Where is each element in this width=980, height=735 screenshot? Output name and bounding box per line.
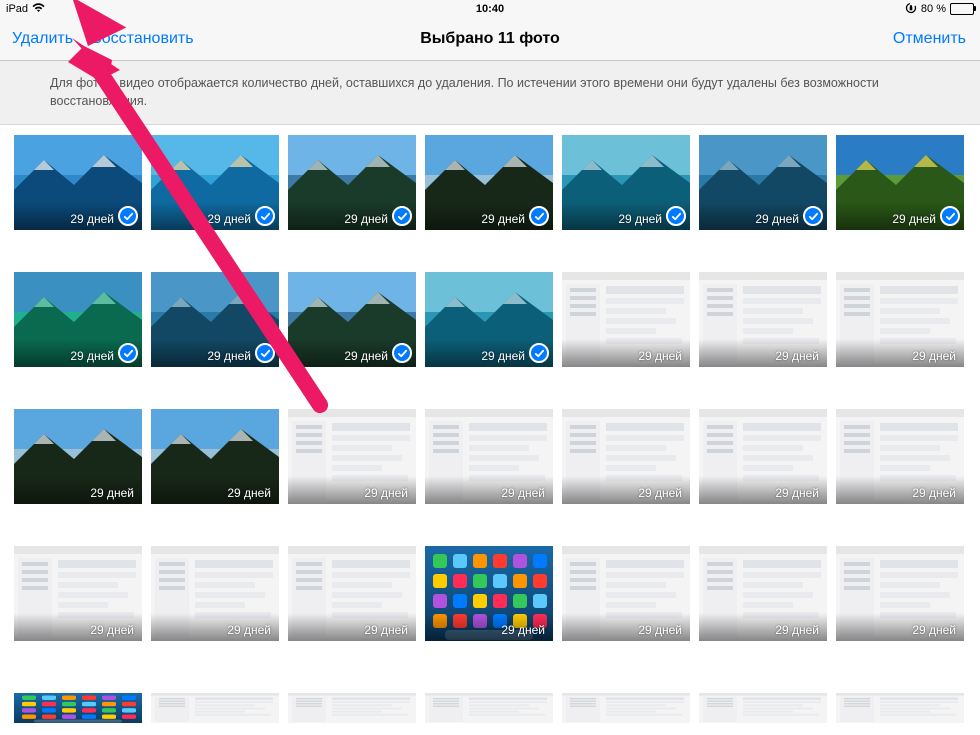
- days-remaining-label: 29 дней: [14, 212, 114, 226]
- photo-thumbnail[interactable]: 29 дней: [151, 272, 279, 367]
- restore-button[interactable]: Восстановить: [91, 30, 193, 48]
- photo-thumbnail[interactable]: 29 дней: [836, 546, 964, 641]
- wifi-icon: [32, 3, 45, 16]
- days-remaining-label: 29 дней: [562, 212, 662, 226]
- days-remaining-label: 29 дней: [562, 623, 682, 637]
- photo-thumbnail[interactable]: 29 дней: [425, 272, 553, 367]
- days-remaining-label: 29 дней: [836, 212, 936, 226]
- photo-thumbnail[interactable]: 29 дней: [14, 135, 142, 230]
- photo-thumbnail[interactable]: 29 дней: [562, 272, 690, 367]
- content-area: Для фото и видео отображается количество…: [0, 61, 980, 735]
- selected-check-icon: [392, 343, 412, 363]
- photo-thumbnail[interactable]: [14, 693, 142, 723]
- photo-thumbnail[interactable]: [699, 693, 827, 723]
- nav-bar: Удалить Восстановить Выбрано 11 фото Отм…: [0, 18, 980, 61]
- days-remaining-label: 29 дней: [699, 212, 799, 226]
- days-remaining-label: 29 дней: [151, 623, 271, 637]
- days-remaining-label: 29 дней: [425, 623, 545, 637]
- photo-thumbnail[interactable]: 29 дней: [151, 135, 279, 230]
- photo-thumbnail[interactable]: 29 дней: [151, 546, 279, 641]
- photo-thumbnail[interactable]: [288, 693, 416, 723]
- photo-thumbnail[interactable]: 29 дней: [288, 272, 416, 367]
- photo-grid-partial-row: [0, 693, 980, 723]
- days-remaining-label: 29 дней: [699, 349, 819, 363]
- days-remaining-label: 29 дней: [288, 486, 408, 500]
- days-remaining-label: 29 дней: [288, 349, 388, 363]
- selected-check-icon: [803, 206, 823, 226]
- photo-grid: 29 дней 29 дней 29 дней: [0, 125, 980, 651]
- days-remaining-label: 29 дней: [562, 486, 682, 500]
- days-remaining-label: 29 дней: [151, 212, 251, 226]
- selected-check-icon: [666, 206, 686, 226]
- days-remaining-label: 29 дней: [425, 212, 525, 226]
- days-remaining-label: 29 дней: [288, 623, 408, 637]
- days-remaining-label: 29 дней: [699, 623, 819, 637]
- selected-check-icon: [392, 206, 412, 226]
- photo-thumbnail[interactable]: 29 дней: [699, 546, 827, 641]
- photo-thumbnail[interactable]: 29 дней: [562, 546, 690, 641]
- photo-thumbnail[interactable]: 29 дней: [562, 409, 690, 504]
- photo-thumbnail[interactable]: 29 дней: [425, 135, 553, 230]
- battery-percent: 80 %: [921, 3, 946, 15]
- photo-thumbnail[interactable]: [151, 693, 279, 723]
- photo-thumbnail[interactable]: 29 дней: [836, 272, 964, 367]
- selected-check-icon: [255, 343, 275, 363]
- days-remaining-label: 29 дней: [14, 623, 134, 637]
- selected-check-icon: [255, 206, 275, 226]
- photo-thumbnail[interactable]: 29 дней: [288, 135, 416, 230]
- photo-thumbnail[interactable]: 29 дней: [562, 135, 690, 230]
- nav-title: Выбрано 11 фото: [420, 30, 560, 48]
- selected-check-icon: [940, 206, 960, 226]
- photo-thumbnail[interactable]: [836, 693, 964, 723]
- cancel-button[interactable]: Отменить: [893, 30, 966, 47]
- days-remaining-label: 29 дней: [562, 349, 682, 363]
- delete-button[interactable]: Удалить: [12, 30, 73, 48]
- photo-thumbnail[interactable]: 29 дней: [699, 272, 827, 367]
- photo-thumbnail[interactable]: 29 дней: [699, 135, 827, 230]
- status-time: 10:40: [476, 3, 504, 15]
- selected-check-icon: [118, 343, 138, 363]
- selected-check-icon: [529, 343, 549, 363]
- photo-thumbnail[interactable]: 29 дней: [151, 409, 279, 504]
- selected-check-icon: [118, 206, 138, 226]
- days-remaining-label: 29 дней: [425, 486, 545, 500]
- photo-thumbnail[interactable]: 29 дней: [14, 546, 142, 641]
- photo-thumbnail[interactable]: 29 дней: [425, 409, 553, 504]
- days-remaining-label: 29 дней: [151, 349, 251, 363]
- days-remaining-label: 29 дней: [151, 486, 271, 500]
- photo-thumbnail[interactable]: [425, 693, 553, 723]
- photo-thumbnail[interactable]: 29 дней: [425, 546, 553, 641]
- photo-thumbnail[interactable]: 29 дней: [14, 272, 142, 367]
- days-remaining-label: 29 дней: [836, 349, 956, 363]
- orientation-lock-icon: [905, 2, 917, 17]
- device-label: iPad: [6, 3, 28, 15]
- days-remaining-label: 29 дней: [14, 486, 134, 500]
- days-remaining-label: 29 дней: [14, 349, 114, 363]
- days-remaining-label: 29 дней: [699, 486, 819, 500]
- info-banner: Для фото и видео отображается количество…: [0, 61, 980, 125]
- photo-thumbnail[interactable]: 29 дней: [836, 409, 964, 504]
- photo-thumbnail[interactable]: [562, 693, 690, 723]
- photo-thumbnail[interactable]: 29 дней: [699, 409, 827, 504]
- battery-icon: [950, 3, 974, 15]
- photo-thumbnail[interactable]: 29 дней: [288, 409, 416, 504]
- status-right: 80 %: [905, 2, 974, 17]
- days-remaining-label: 29 дней: [425, 349, 525, 363]
- status-bar: iPad 10:40 80 %: [0, 0, 980, 18]
- days-remaining-label: 29 дней: [836, 486, 956, 500]
- info-banner-text: Для фото и видео отображается количество…: [50, 76, 879, 108]
- photo-thumbnail[interactable]: 29 дней: [836, 135, 964, 230]
- photo-thumbnail[interactable]: 29 дней: [288, 546, 416, 641]
- status-left: iPad: [6, 3, 45, 16]
- photo-thumbnail[interactable]: 29 дней: [14, 409, 142, 504]
- days-remaining-label: 29 дней: [836, 623, 956, 637]
- selected-check-icon: [529, 206, 549, 226]
- days-remaining-label: 29 дней: [288, 212, 388, 226]
